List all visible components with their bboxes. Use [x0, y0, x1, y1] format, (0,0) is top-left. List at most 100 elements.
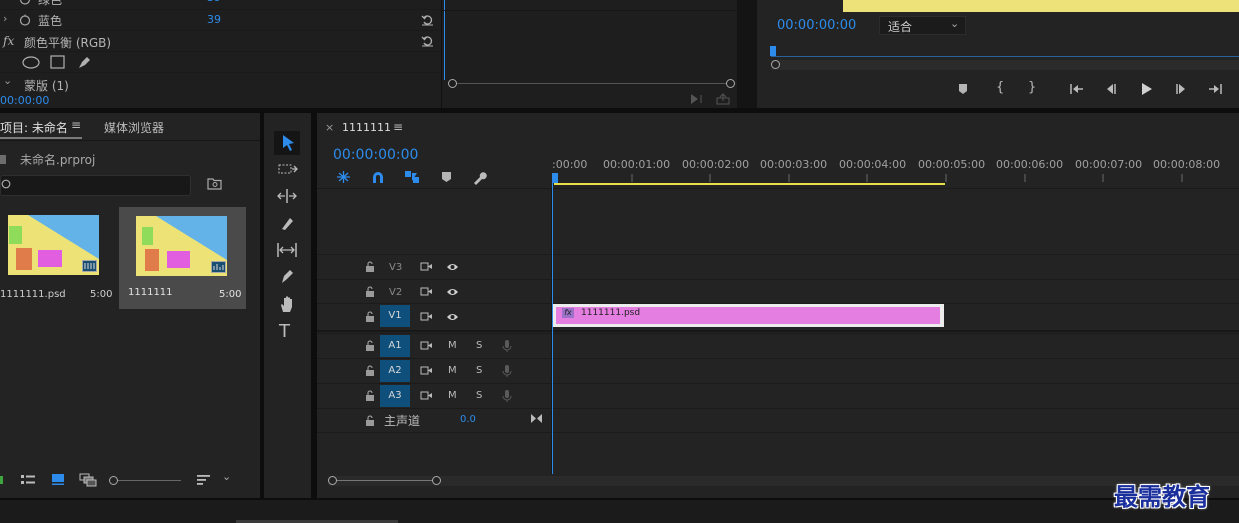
- step-back-icon[interactable]: [1104, 83, 1117, 95]
- ellipse-mask-icon[interactable]: [22, 56, 40, 69]
- project-item[interactable]: 1111111.psd 5:00: [0, 207, 112, 309]
- track-v2[interactable]: V2: [317, 279, 1239, 304]
- solo-button[interactable]: S: [476, 365, 482, 376]
- solo-button[interactable]: S: [476, 390, 482, 401]
- pen-mask-icon[interactable]: [77, 55, 92, 70]
- sync-lock-icon[interactable]: [420, 340, 433, 351]
- zoom-slider[interactable]: [109, 475, 181, 485]
- wrench-icon[interactable]: [472, 170, 487, 185]
- sync-lock-icon[interactable]: [420, 390, 433, 401]
- effects-timecode[interactable]: 00:00:00: [0, 94, 49, 107]
- zoom-scrollbar[interactable]: [448, 79, 735, 88]
- lock-icon[interactable]: [365, 340, 375, 351]
- export-icon[interactable]: [716, 93, 730, 105]
- reset-icon[interactable]: [421, 13, 434, 26]
- sync-lock-icon[interactable]: [420, 365, 433, 376]
- expand-chevron-icon[interactable]: ›: [3, 12, 7, 25]
- microphone-icon[interactable]: [502, 339, 512, 353]
- track-select-tool-icon[interactable]: [278, 162, 298, 176]
- pen-tool-icon[interactable]: [279, 268, 295, 285]
- nest-icon[interactable]: [336, 170, 351, 184]
- track-a1[interactable]: A1 M S: [317, 333, 1239, 358]
- chevron-down-icon[interactable]: ⌄: [222, 470, 231, 483]
- snap-icon[interactable]: [371, 170, 385, 184]
- selection-tool-icon[interactable]: [281, 134, 296, 152]
- master-volume-value[interactable]: 0.0: [460, 414, 476, 425]
- track-target-a1[interactable]: A1: [380, 335, 410, 357]
- microphone-icon[interactable]: [502, 364, 512, 378]
- lock-icon[interactable]: [365, 365, 375, 376]
- stopwatch-icon[interactable]: [19, 14, 31, 26]
- sync-lock-icon[interactable]: [420, 261, 433, 272]
- track-master[interactable]: 主声道 0.0: [317, 408, 1239, 433]
- program-ruler[interactable]: [771, 56, 1239, 57]
- program-zoom-bar[interactable]: [771, 60, 1239, 70]
- go-to-in-icon[interactable]: [1069, 83, 1084, 95]
- scroll-handle-right[interactable]: [432, 476, 441, 485]
- go-to-edit-point-icon[interactable]: [530, 413, 543, 424]
- add-marker-icon[interactable]: [441, 171, 452, 183]
- scroll-handle-left[interactable]: [328, 476, 337, 485]
- playhead-handle[interactable]: [552, 173, 558, 183]
- tab-media-browser[interactable]: 媒体浏览器: [104, 119, 164, 136]
- sequence-tab-name[interactable]: 1111111: [342, 121, 391, 134]
- track-target-a2[interactable]: A2: [380, 360, 410, 382]
- fit-dropdown[interactable]: 适合 ⌄: [879, 16, 966, 35]
- mute-button[interactable]: M: [448, 390, 457, 401]
- lock-icon[interactable]: [365, 286, 375, 297]
- lock-icon[interactable]: [365, 311, 375, 322]
- lock-indicator[interactable]: [0, 476, 3, 484]
- go-to-out-icon[interactable]: [1208, 83, 1223, 95]
- track-a2[interactable]: A2 M S: [317, 358, 1239, 383]
- lock-icon[interactable]: [365, 390, 375, 401]
- sort-icon[interactable]: [196, 474, 211, 486]
- project-item-selected[interactable]: 1111111 5:00: [119, 207, 246, 309]
- track-v3[interactable]: V3: [317, 254, 1239, 279]
- mark-out-icon[interactable]: }: [1028, 80, 1036, 95]
- hand-tool-icon[interactable]: [279, 295, 295, 313]
- list-view-icon[interactable]: [20, 474, 36, 486]
- solo-button[interactable]: S: [476, 340, 482, 351]
- fx-badge-icon[interactable]: fx: [562, 308, 574, 318]
- tab-project[interactable]: 项目: 未命名: [0, 119, 68, 136]
- linked-selection-icon[interactable]: [404, 170, 420, 184]
- play-audio-icon[interactable]: [690, 93, 704, 105]
- mute-button[interactable]: M: [448, 340, 457, 351]
- eye-icon[interactable]: [446, 312, 459, 322]
- eye-icon[interactable]: [446, 262, 459, 272]
- close-icon[interactable]: ×: [325, 121, 334, 134]
- play-icon[interactable]: [1140, 82, 1153, 96]
- freeform-view-icon[interactable]: [79, 473, 97, 487]
- track-target-a3[interactable]: A3: [380, 385, 410, 407]
- collapse-chevron-icon[interactable]: ⌄: [3, 74, 12, 87]
- project-search-input[interactable]: [0, 175, 191, 196]
- new-search-bin-icon[interactable]: [207, 177, 222, 190]
- lock-icon[interactable]: [365, 415, 375, 426]
- reset-icon[interactable]: [421, 34, 434, 47]
- panel-menu-icon[interactable]: ≡: [393, 120, 403, 134]
- mark-in-icon[interactable]: {: [996, 80, 1004, 95]
- program-playhead-marker[interactable]: [770, 46, 776, 56]
- effect-row-value[interactable]: 39: [207, 13, 221, 26]
- step-forward-icon[interactable]: [1175, 83, 1188, 95]
- effect-row-value[interactable]: 39: [207, 0, 221, 4]
- lock-icon[interactable]: [365, 261, 375, 272]
- type-tool-icon[interactable]: T: [279, 321, 290, 342]
- sync-lock-icon[interactable]: [420, 286, 433, 297]
- rectangle-mask-icon[interactable]: [50, 55, 65, 69]
- ripple-edit-tool-icon[interactable]: [277, 188, 297, 204]
- timeline-zoom-scrollbar[interactable]: [328, 475, 1239, 486]
- sync-lock-icon[interactable]: [420, 311, 433, 322]
- timeline-timecode[interactable]: 00:00:00:00: [333, 147, 418, 163]
- track-a3[interactable]: A3 M S: [317, 383, 1239, 408]
- timeline-clip[interactable]: fx 1111111.psd: [553, 304, 944, 327]
- panel-menu-icon[interactable]: ≡: [71, 118, 81, 132]
- work-area-bar[interactable]: [554, 183, 945, 185]
- stopwatch-icon[interactable]: [19, 0, 31, 5]
- mute-button[interactable]: M: [448, 365, 457, 376]
- microphone-icon[interactable]: [502, 389, 512, 403]
- track-target-v1[interactable]: V1: [380, 305, 410, 327]
- icon-view-icon[interactable]: [51, 473, 65, 486]
- razor-tool-icon[interactable]: [279, 216, 295, 232]
- add-marker-icon[interactable]: [957, 83, 969, 95]
